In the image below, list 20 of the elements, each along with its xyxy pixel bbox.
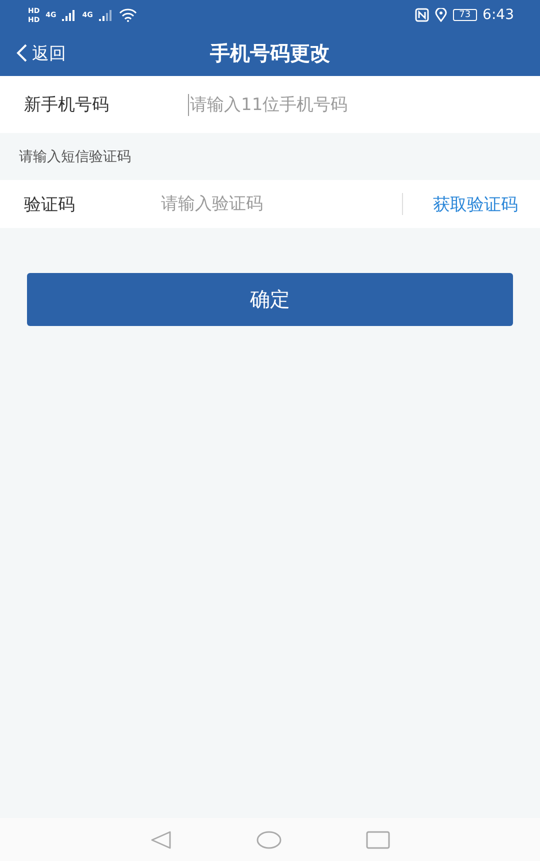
back-button[interactable]: 返回 (0, 42, 66, 64)
nfc-icon (415, 8, 430, 22)
wifi-icon (118, 8, 137, 22)
home-icon[interactable] (256, 830, 282, 848)
signal-icon (98, 9, 113, 21)
back-icon[interactable] (150, 830, 172, 848)
phone-input[interactable]: 请输入11位手机号码 (188, 94, 516, 116)
field-label: 验证码 (24, 194, 76, 216)
recents-icon[interactable] (366, 830, 390, 848)
get-code-link[interactable]: 获取验证码 (433, 192, 518, 216)
signal-icon (62, 9, 76, 21)
battery-level: 73 (453, 9, 477, 21)
chevron-left-icon (16, 43, 28, 63)
clock-time: 6:43 (482, 7, 514, 23)
sms-hint: 请输入短信验证码 (18, 148, 132, 166)
location-icon (435, 8, 448, 22)
code-input[interactable]: 请输入验证码 (159, 193, 402, 215)
field-label: 新手机号码 (24, 94, 110, 116)
confirm-button[interactable]: 确定 (27, 273, 513, 326)
page-title: 手机号码更改 (210, 40, 330, 66)
